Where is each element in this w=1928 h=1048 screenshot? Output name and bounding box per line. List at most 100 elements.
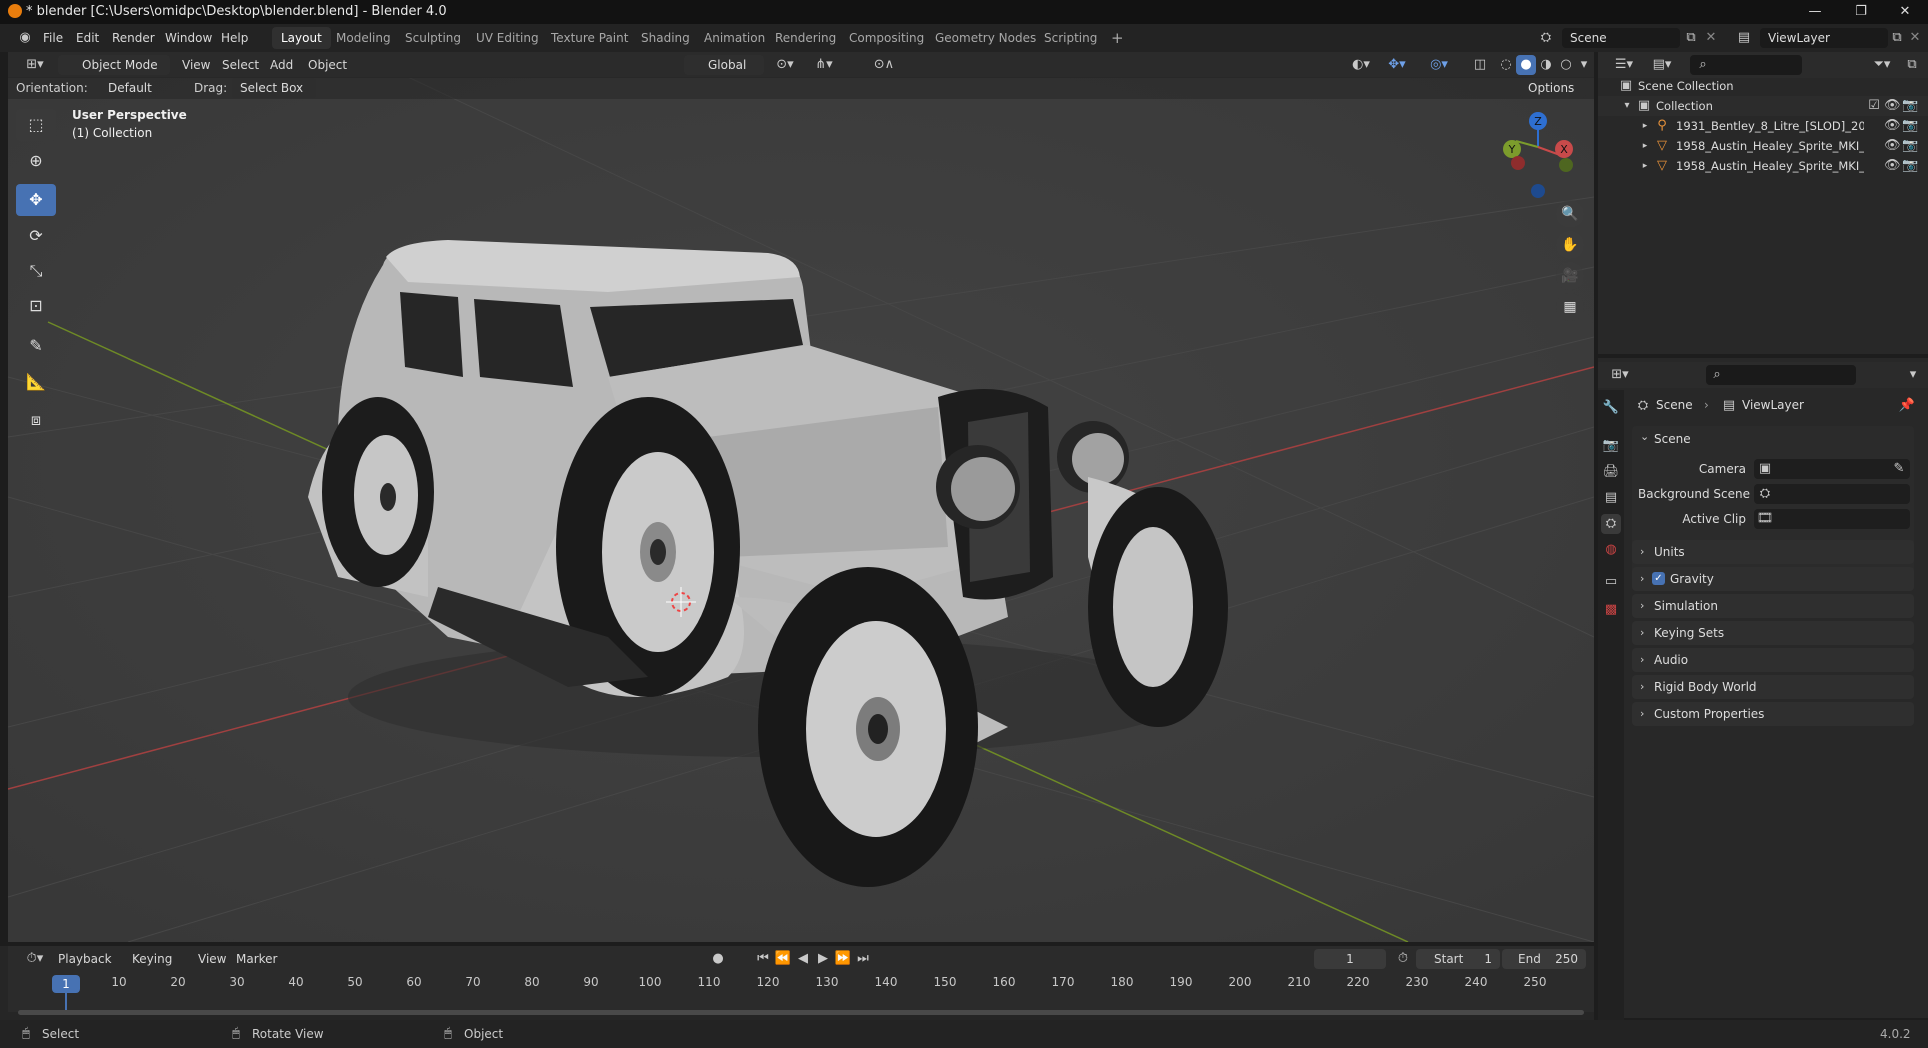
render-camera-icon[interactable]: 📷 [1902, 96, 1918, 116]
jump-keyframe-forward-icon[interactable]: ⏩ [834, 949, 852, 969]
eyedropper-icon[interactable]: ✎ [1890, 459, 1908, 479]
expand-object-icon[interactable]: ▸ [1638, 136, 1652, 156]
visibility-eye-icon[interactable]: 👁 [1884, 116, 1901, 136]
display-mode-icon[interactable]: ▤▾ [1648, 55, 1676, 75]
tool-tab-icon[interactable]: 🔧 [1601, 398, 1621, 418]
editor-type-icon[interactable]: ⊞▾ [20, 55, 50, 75]
outliner-editor-type-icon[interactable]: ☰▾ [1610, 55, 1638, 75]
scene-tab-icon[interactable]: ⛭ [1601, 514, 1621, 534]
tab-shading[interactable]: Shading [632, 27, 699, 49]
zoom-icon[interactable]: 🔍 [1556, 200, 1584, 228]
menu-edit[interactable]: Edit [70, 29, 105, 47]
pan-hand-icon[interactable]: ✋ [1556, 231, 1584, 259]
orientation-dropdown[interactable]: Default [84, 78, 188, 98]
outliner-object-row[interactable]: ▸ ▽ 1958_Austin_Healey_Sprite_MKI_ 👁 📷 [1598, 156, 1928, 176]
panel-simulation[interactable]: Simulation [1632, 594, 1914, 618]
menu-object[interactable]: Object [302, 56, 353, 74]
minimize-button[interactable]: — [1792, 0, 1838, 24]
breadcrumb-scene[interactable]: Scene [1656, 398, 1693, 412]
collection-tab-icon[interactable]: ▭ [1601, 572, 1621, 592]
cursor-icon[interactable]: ⊕ [16, 145, 56, 177]
visibility-icon[interactable]: ◐▾ [1346, 55, 1376, 75]
render-camera-icon[interactable]: 📷 [1902, 116, 1918, 136]
scene-icon[interactable]: ⛭ [1532, 28, 1560, 48]
shading-options-icon[interactable]: ▾ [1576, 55, 1592, 75]
properties-options-icon[interactable]: ▾ [1904, 365, 1922, 385]
tab-scripting[interactable]: Scripting [1035, 27, 1106, 49]
menu-keying[interactable]: Keying [126, 950, 178, 968]
expand-object-icon[interactable]: ▸ [1638, 156, 1652, 176]
breadcrumb-viewlayer[interactable]: ViewLayer [1742, 398, 1804, 412]
menu-window[interactable]: Window [159, 29, 218, 47]
options-dropdown[interactable]: Options [1520, 78, 1586, 98]
properties-search-input[interactable] [1706, 365, 1856, 385]
play-reverse-icon[interactable]: ◀ [794, 949, 812, 969]
new-scene-icon[interactable]: ⧉ [1682, 28, 1700, 48]
transform-icon[interactable]: ⊡ [16, 290, 56, 322]
close-button[interactable]: ✕ [1882, 0, 1928, 24]
record-icon[interactable]: ● [708, 949, 728, 969]
current-frame-field[interactable]: 1 [1314, 949, 1386, 969]
start-frame-field[interactable]: Start 1 [1416, 949, 1500, 969]
preview-range-icon[interactable]: ⏱ [1394, 949, 1412, 969]
camera-field[interactable] [1754, 459, 1910, 479]
delete-scene-icon[interactable]: ✕ [1702, 28, 1720, 48]
filter-icon[interactable]: ⏷▾ [1868, 55, 1896, 75]
tab-modeling[interactable]: Modeling [327, 27, 400, 49]
solid-shading-icon[interactable]: ● [1516, 55, 1536, 75]
tab-animation[interactable]: Animation [695, 27, 774, 49]
tab-sculpting[interactable]: Sculpting [396, 27, 470, 49]
tab-geometry-nodes[interactable]: Geometry Nodes [926, 27, 1045, 49]
view-layer-tab-icon[interactable]: ▤ [1601, 488, 1621, 508]
menu-playback[interactable]: Playback [52, 950, 118, 968]
rendered-shading-icon[interactable]: ○ [1556, 55, 1576, 75]
texture-tab-icon[interactable]: ▩ [1601, 600, 1621, 620]
snapping-icon[interactable]: ⋔▾ [804, 55, 844, 75]
add-cube-icon[interactable]: ⧈ [16, 404, 56, 436]
xray-icon[interactable]: ◫ [1470, 55, 1490, 75]
new-viewlayer-icon[interactable]: ⧉ [1888, 28, 1906, 48]
jump-end-icon[interactable]: ⏭ [854, 949, 872, 969]
new-collection-icon[interactable]: ⧉ [1902, 55, 1922, 75]
menu-render[interactable]: Render [106, 29, 161, 47]
visibility-eye-icon[interactable]: 👁 [1884, 96, 1901, 116]
annotate-icon[interactable]: ✎ [16, 330, 56, 362]
outliner-object-row[interactable]: ▸ ⚲ 1931_Bentley_8_Litre_[SLOD]_20 👁 📷 [1598, 116, 1928, 136]
ortho-grid-icon[interactable]: ▦ [1556, 293, 1584, 321]
properties-editor-type-icon[interactable]: ⊞▾ [1606, 365, 1634, 385]
tab-layout[interactable]: Layout [272, 27, 331, 49]
scale-icon[interactable]: ⤡ [16, 255, 56, 287]
play-icon[interactable]: ▶ [814, 949, 832, 969]
add-workspace-button[interactable]: + [1102, 27, 1133, 49]
select-box-icon[interactable]: ⬚ [16, 109, 56, 141]
panel-keying-sets[interactable]: Keying Sets [1632, 621, 1914, 645]
background-scene-field[interactable] [1754, 484, 1910, 504]
jump-keyframe-back-icon[interactable]: ⏪ [774, 949, 792, 969]
rotate-icon[interactable]: ⟳ [16, 220, 56, 252]
expand-collection-icon[interactable]: ▾ [1620, 96, 1634, 116]
menu-help[interactable]: Help [215, 29, 254, 47]
menu-view[interactable]: View [176, 56, 216, 74]
scene-section-title[interactable]: Scene [1654, 432, 1691, 446]
output-tab-icon[interactable]: 🖨 [1601, 462, 1621, 482]
end-frame-field[interactable]: End 250 [1502, 949, 1586, 969]
panel-gravity[interactable]: Gravity [1632, 567, 1914, 591]
visibility-eye-icon[interactable]: 👁 [1884, 156, 1901, 176]
panel-units[interactable]: Units [1632, 540, 1914, 564]
menu-add[interactable]: Add [264, 56, 299, 74]
move-icon[interactable]: ✥ [16, 184, 56, 216]
object-mode-dropdown[interactable]: Object Mode [58, 55, 170, 75]
playhead-frame-indicator[interactable]: 1 [52, 975, 80, 993]
measure-icon[interactable]: 📐 [16, 366, 56, 398]
outliner-scene-collection-row[interactable]: ▣ Scene Collection [1598, 76, 1928, 96]
panel-custom-properties[interactable]: Custom Properties [1632, 702, 1914, 726]
render-camera-icon[interactable]: 📷 [1902, 136, 1918, 156]
viewlayer-icon[interactable]: ▤ [1730, 28, 1758, 48]
render-camera-icon[interactable]: 📷 [1902, 156, 1918, 176]
jump-start-icon[interactable]: ⏮ [754, 949, 772, 969]
visibility-eye-icon[interactable]: 👁 [1884, 136, 1901, 156]
wireframe-shading-icon[interactable]: ◌ [1496, 55, 1516, 75]
material-shading-icon[interactable]: ◑ [1536, 55, 1556, 75]
active-clip-field[interactable] [1754, 509, 1910, 529]
gizmo-toggle-icon[interactable]: ✥▾ [1380, 55, 1414, 75]
